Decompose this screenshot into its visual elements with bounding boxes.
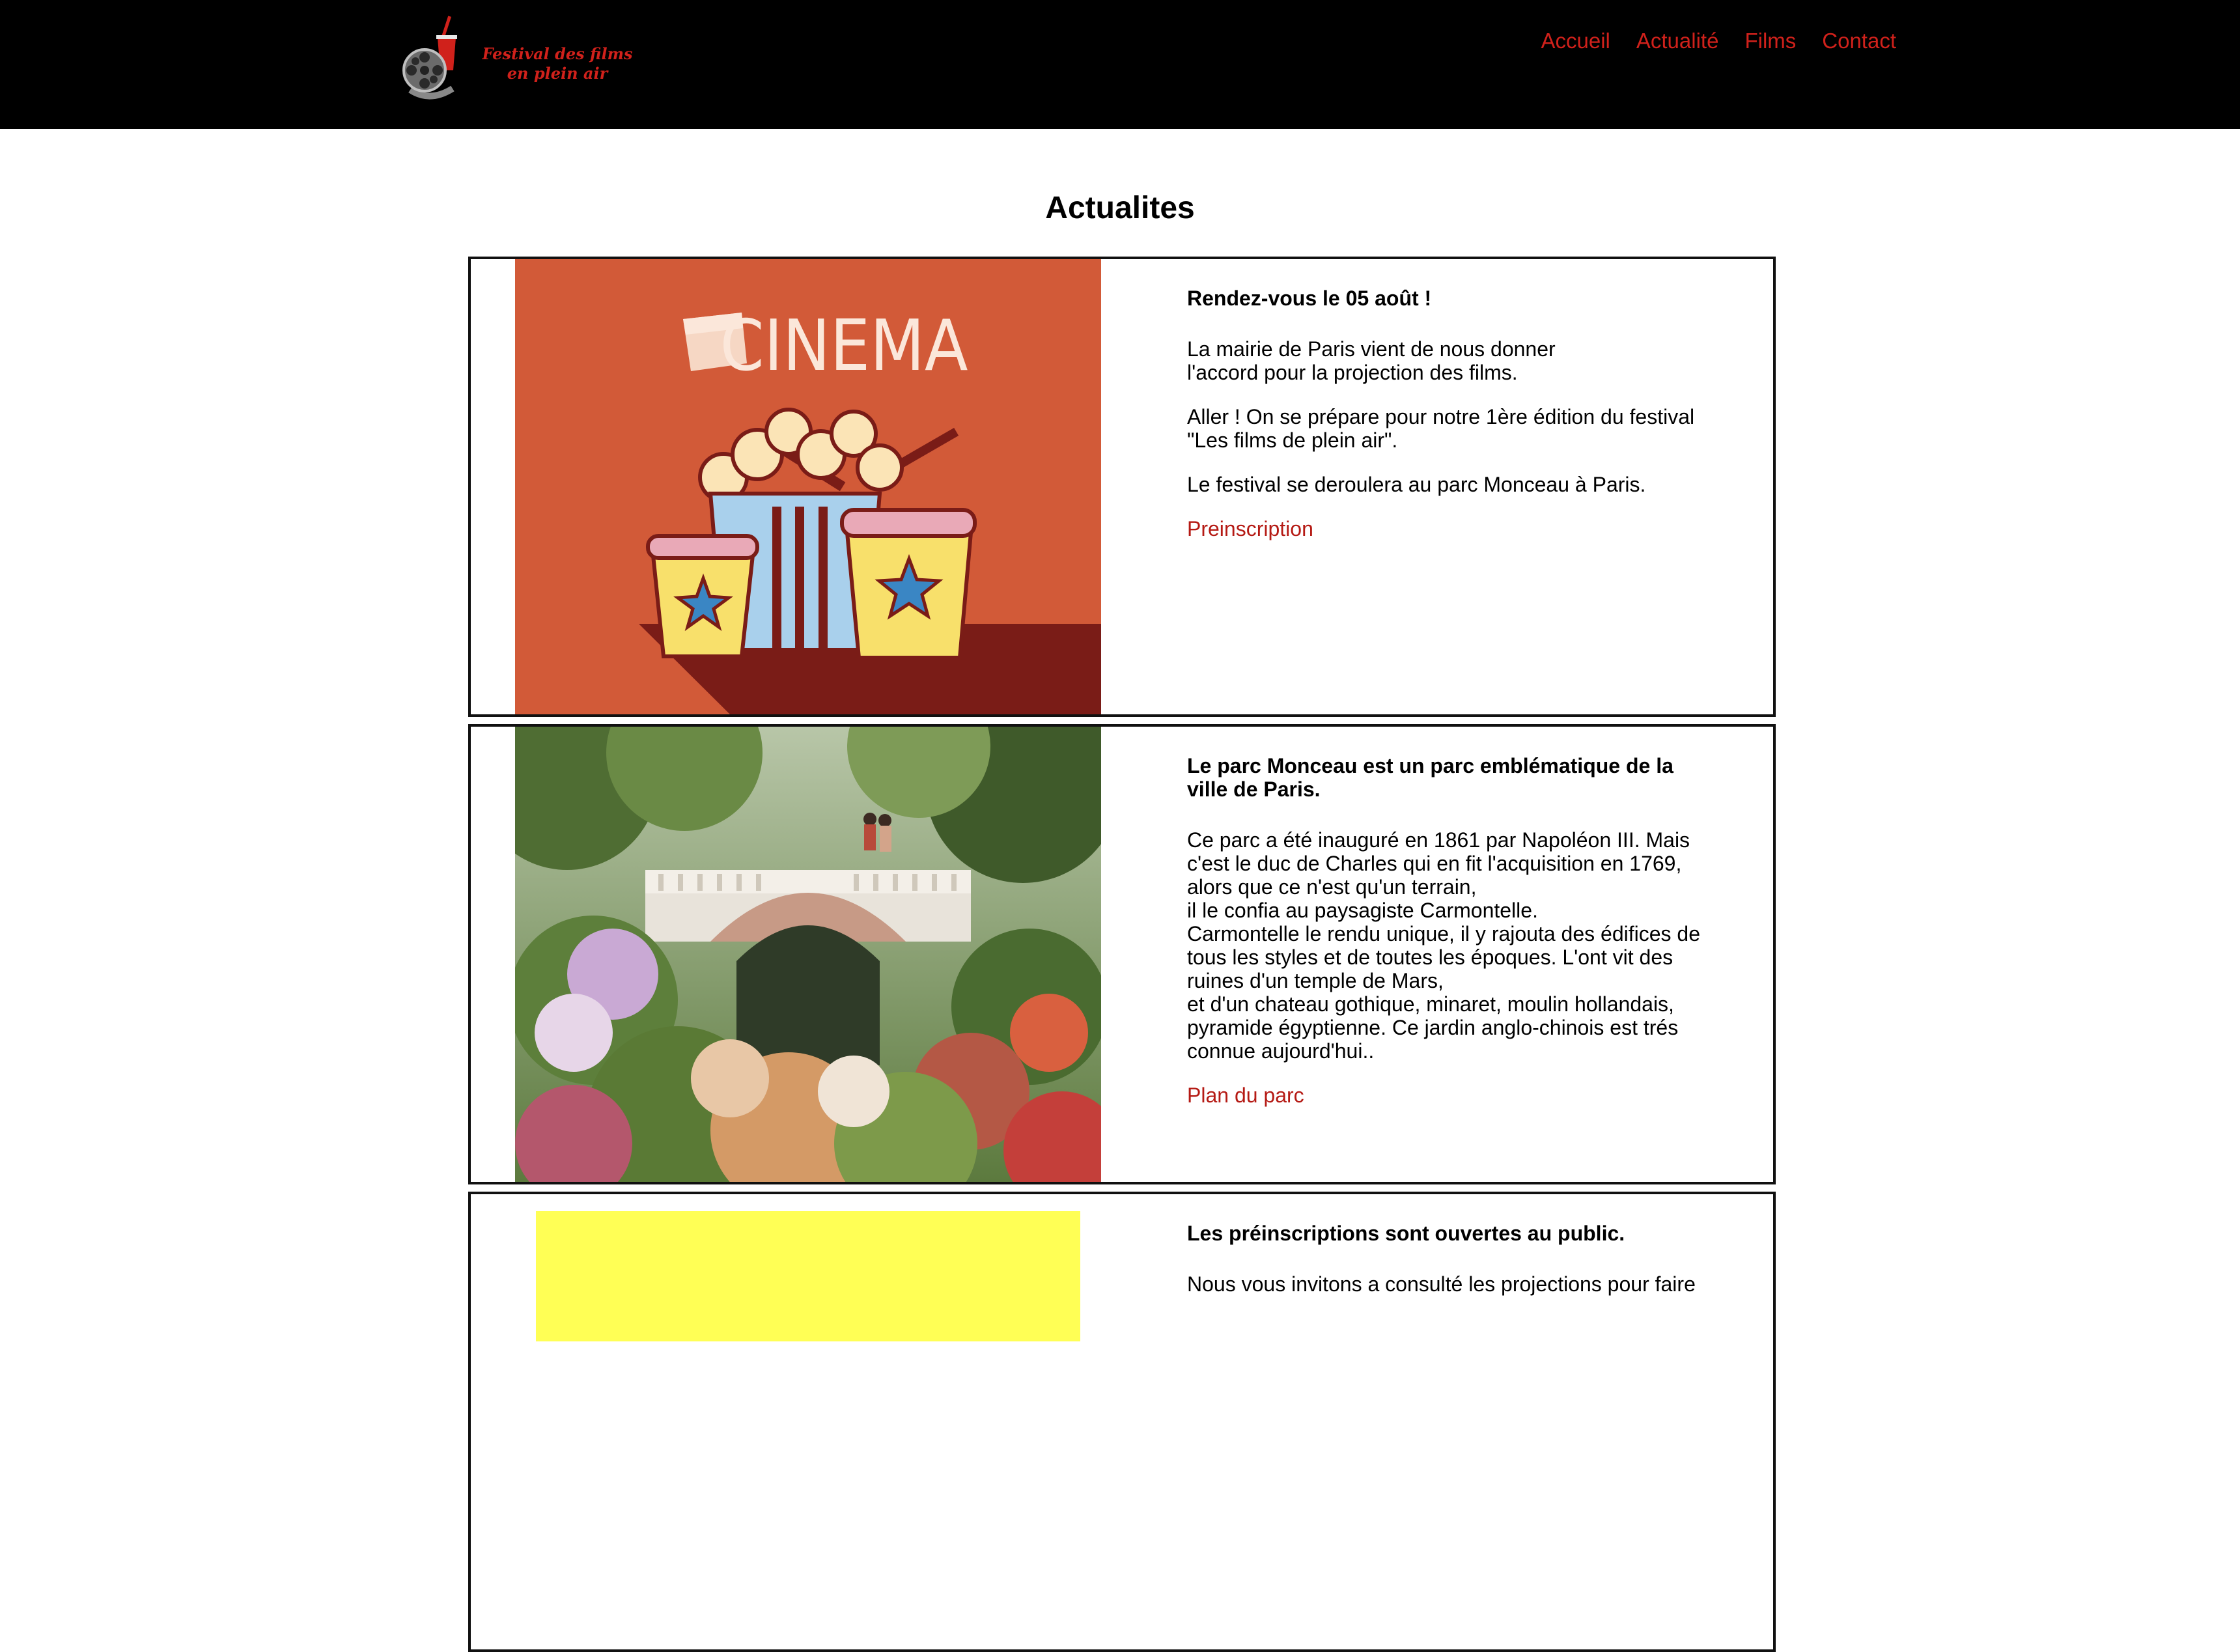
preinscription-link[interactable]: Preinscription	[1187, 517, 1313, 540]
logo-line-2: en plein air	[507, 64, 608, 83]
nav-link-films[interactable]: Films	[1744, 29, 1796, 53]
card-paragraph: Ce parc a été inauguré en 1861 par Napol…	[1187, 828, 1701, 1063]
nav-link-contact[interactable]: Contact	[1822, 29, 1896, 53]
card-text: Les préinscriptions sont ouvertes au pub…	[1187, 1222, 1708, 1317]
nav-link-accueil[interactable]: Accueil	[1541, 29, 1610, 53]
parc-monceau-photo	[515, 727, 1101, 1182]
card-text: Le parc Monceau est un parc emblématique…	[1187, 754, 1708, 1107]
nav-link-actualite[interactable]: Actualité	[1636, 29, 1719, 53]
festival-logo[interactable]: Festival des films en plein air	[391, 12, 638, 109]
card-heading: Les préinscriptions sont ouvertes au pub…	[1187, 1222, 1625, 1245]
main-nav: Accueil Actualité Films Contact	[1541, 29, 1896, 53]
page-title: Actualites	[1045, 191, 1195, 225]
cinema-label: CINEMA	[720, 305, 968, 387]
card-text: Rendez-vous le 05 août ! La mairie de Pa…	[1187, 287, 1708, 540]
logo-line-1: Festival des films	[482, 44, 633, 63]
card-heading: Rendez-vous le 05 août !	[1187, 287, 1432, 310]
cinema-illustration: CINEMA	[515, 259, 1101, 714]
card-paragraph: La mairie de Paris vient de nous donner …	[1187, 337, 1556, 384]
news-card-parc-monceau: Le parc Monceau est un parc emblématique…	[468, 724, 1776, 1184]
logo-text: Festival des films en plein air	[479, 44, 636, 83]
film-reel-icon	[402, 16, 457, 100]
card-heading: Le parc Monceau est un parc emblématique…	[1187, 754, 1673, 801]
card-paragraph: Nous vous invitons a consulté les projec…	[1187, 1272, 1696, 1296]
yellow-banner-image	[536, 1211, 1080, 1341]
card-paragraph: Le festival se deroulera au parc Monceau…	[1187, 473, 1646, 496]
news-card-rendez-vous: CINEMA Rendez-vous le 05 août ! La mairi…	[468, 257, 1776, 717]
plan-du-parc-link[interactable]: Plan du parc	[1187, 1084, 1304, 1107]
news-card-preinscriptions: Les préinscriptions sont ouvertes au pub…	[468, 1192, 1776, 1652]
site-header: Festival des films en plein air Accueil …	[0, 0, 2240, 129]
card-paragraph: Aller ! On se prépare pour notre 1ère éd…	[1187, 405, 1695, 452]
